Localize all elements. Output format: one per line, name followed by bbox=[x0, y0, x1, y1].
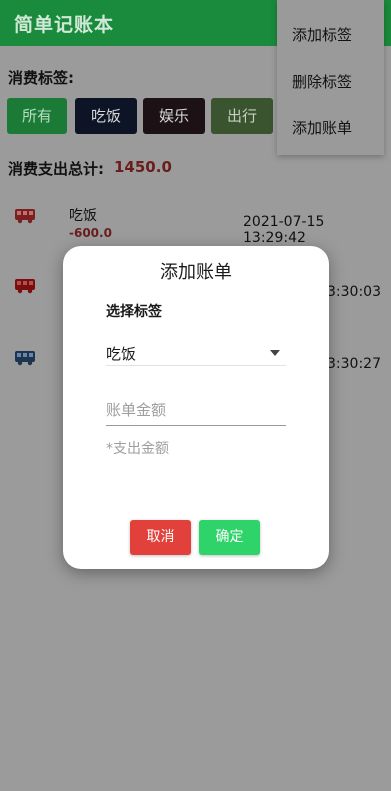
dropdown-arrow-icon bbox=[270, 350, 280, 356]
record-time: 3:30:03 bbox=[327, 284, 381, 300]
tag-button-all[interactable]: 所有 bbox=[7, 98, 67, 134]
app-title: 简单记账本 bbox=[14, 14, 115, 36]
menu-item-add-tag[interactable]: 添加标签 bbox=[292, 24, 352, 45]
tags-label: 消费标签: bbox=[8, 69, 74, 87]
add-bill-dialog: 添加账单 选择标签 吃饭 *支出金额 取消 确定 bbox=[63, 246, 329, 569]
dialog-title: 添加账单 bbox=[160, 262, 232, 283]
tag-select-value: 吃饭 bbox=[106, 345, 137, 363]
tag-button-travel[interactable]: 出行 bbox=[211, 98, 273, 134]
amount-hint: *支出金额 bbox=[106, 441, 169, 457]
total-label: 消费支出总计: bbox=[8, 160, 104, 178]
menu-item-delete-tag[interactable]: 删除标签 bbox=[292, 71, 352, 92]
record-amount: -600.0 bbox=[69, 226, 112, 240]
menu-item-add-bill[interactable]: 添加账单 bbox=[292, 117, 352, 138]
record-time: 2021-07-15 13:29:42 bbox=[243, 214, 325, 246]
select-tag-label: 选择标签 bbox=[106, 304, 162, 320]
record-name: 吃饭 bbox=[69, 208, 97, 224]
total-value: 1450.0 bbox=[114, 158, 172, 176]
overflow-menu: 添加标签 删除标签 添加账单 bbox=[277, 0, 384, 155]
bus-icon bbox=[15, 279, 35, 294]
bus-icon bbox=[15, 209, 35, 224]
tag-button-entertainment[interactable]: 娱乐 bbox=[143, 98, 205, 134]
record-time: 3:30:27 bbox=[327, 356, 381, 372]
bus-icon bbox=[15, 351, 35, 366]
amount-input[interactable] bbox=[106, 394, 286, 426]
confirm-button[interactable]: 确定 bbox=[199, 520, 260, 555]
tag-button-food[interactable]: 吃饭 bbox=[75, 98, 137, 134]
tag-select[interactable]: 吃饭 bbox=[106, 340, 286, 366]
cancel-button[interactable]: 取消 bbox=[130, 520, 191, 555]
record-row[interactable]: 吃饭 -600.0 2021-07-15 13:29:42 bbox=[0, 194, 391, 254]
